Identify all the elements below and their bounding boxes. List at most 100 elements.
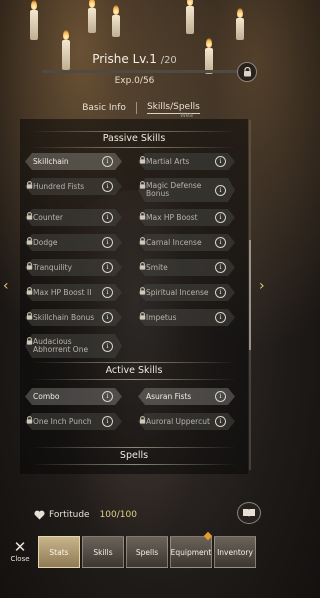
skill-name: Smite — [146, 262, 168, 272]
nav-equipment-label: Equipment — [170, 547, 212, 557]
nav-stats-button[interactable]: Stats — [38, 536, 80, 568]
passive-skill[interactable]: Counter i — [25, 209, 122, 226]
tab-divider — [135, 102, 137, 114]
info-icon[interactable]: i — [215, 416, 226, 427]
character-title: Prishe Lv.1 /20 — [0, 52, 269, 66]
active-skill[interactable]: Asuran Fists i — [138, 388, 235, 405]
padlock-icon — [139, 280, 146, 295]
info-icon[interactable]: i — [215, 287, 226, 298]
skill-name: Max HP Boost II — [33, 287, 92, 297]
padlock-icon — [139, 205, 146, 220]
section-divider — [32, 464, 237, 465]
info-icon[interactable]: i — [102, 312, 113, 323]
info-icon[interactable]: i — [215, 391, 226, 402]
passive-skill[interactable]: Dodge i — [25, 234, 122, 251]
previous-character-arrow-icon[interactable]: ‹ — [3, 278, 9, 294]
info-icon[interactable]: i — [215, 262, 226, 273]
padlock-icon — [139, 149, 146, 164]
skill-name: Auroral Uppercut — [146, 416, 210, 426]
active-skill[interactable]: Auroral Uppercut i — [138, 413, 235, 430]
skill-name: Skillchain Bonus — [33, 312, 95, 322]
info-icon[interactable]: i — [215, 237, 226, 248]
padlock-icon — [139, 305, 146, 320]
character-level: Lv.1 — [132, 52, 157, 66]
padlock-icon — [26, 174, 33, 189]
active-skill[interactable]: One Inch Punch i — [25, 413, 122, 430]
passive-skill[interactable]: Audacious Abhorrent One i — [25, 334, 122, 358]
padlock-icon — [26, 330, 33, 345]
passive-skill[interactable]: Tranquility i — [25, 259, 122, 276]
active-skill[interactable]: Combo i — [25, 388, 122, 405]
tab-bar: Basic Info Skills/Spells — [36, 98, 246, 118]
passive-skill[interactable]: Max HP Boost II i — [25, 284, 122, 301]
passive-skill[interactable]: Smite i — [138, 259, 235, 276]
info-icon[interactable]: i — [102, 416, 113, 427]
passive-skill[interactable]: Magic Defense Bonus i — [138, 178, 235, 202]
heart-icon — [34, 510, 45, 520]
section-divider — [32, 379, 237, 380]
info-icon[interactable]: i — [102, 287, 113, 298]
section-divider — [32, 131, 237, 132]
character-name: Prishe — [92, 52, 129, 66]
candle — [236, 18, 244, 40]
section-divider — [32, 147, 237, 148]
close-button[interactable]: ✕ Close — [8, 540, 32, 564]
info-icon[interactable]: i — [102, 341, 113, 352]
info-icon[interactable]: i — [102, 212, 113, 223]
info-icon[interactable]: i — [102, 156, 113, 167]
padlock-icon — [26, 205, 33, 220]
section-divider — [32, 447, 237, 448]
candle-flame — [63, 30, 69, 40]
passive-skill[interactable]: Impetus i — [138, 309, 235, 326]
padlock-icon — [26, 409, 33, 424]
candle — [30, 10, 38, 40]
next-character-arrow-icon[interactable]: › — [259, 278, 265, 294]
passive-skill[interactable]: Spiritual Incense i — [138, 284, 235, 301]
lock-icon — [243, 67, 251, 77]
skill-book-button[interactable] — [237, 502, 261, 524]
info-icon[interactable]: i — [215, 212, 226, 223]
info-icon[interactable]: i — [102, 262, 113, 273]
candle-flame — [237, 8, 243, 18]
candle — [112, 15, 120, 37]
section-divider — [32, 362, 237, 363]
close-label: Close — [10, 555, 30, 563]
nav-skills-button[interactable]: Skills — [82, 536, 124, 568]
passive-skill[interactable]: Carnal Incense i — [138, 234, 235, 251]
nav-skills-label: Skills — [93, 547, 113, 557]
padlock-icon — [26, 280, 33, 295]
passive-skill[interactable]: Hundred Fists i — [25, 178, 122, 195]
info-icon[interactable]: i — [215, 185, 226, 196]
candle — [88, 8, 96, 33]
info-icon[interactable]: i — [102, 181, 113, 192]
fortitude-row: Fortitude 100/100 — [34, 510, 137, 520]
scrolled-text-peek: Wea — [180, 112, 193, 119]
nav-spells-button[interactable]: Spells — [126, 536, 168, 568]
nav-equipment-button[interactable]: Equipment — [170, 536, 212, 568]
passive-skill[interactable]: Martial Arts i — [138, 153, 235, 170]
info-icon[interactable]: i — [102, 391, 113, 402]
skill-name: Impetus — [146, 312, 177, 322]
skill-name: Hundred Fists — [33, 181, 85, 191]
exp-bar — [42, 70, 238, 73]
skill-name: Dodge — [33, 237, 58, 247]
skill-name: Counter — [33, 212, 63, 222]
info-icon[interactable]: i — [215, 312, 226, 323]
candle-flame — [31, 0, 37, 10]
passive-skill[interactable]: Skillchain i — [25, 153, 122, 170]
passive-skill[interactable]: Max HP Boost i — [138, 209, 235, 226]
fortitude-value: 100/100 — [99, 510, 137, 520]
padlock-icon — [139, 255, 146, 270]
scrollbar-thumb[interactable] — [249, 240, 251, 350]
book-icon — [243, 509, 255, 517]
fortitude-label: Fortitude — [49, 510, 90, 520]
info-icon[interactable]: i — [215, 156, 226, 167]
passive-skill[interactable]: Skillchain Bonus i — [25, 309, 122, 326]
nav-inventory-button[interactable]: Inventory — [214, 536, 256, 568]
padlock-icon — [26, 230, 33, 245]
tab-basic-info[interactable]: Basic Info — [82, 103, 126, 113]
skill-name: Spiritual Incense — [146, 287, 209, 297]
active-skills-heading: Active Skills — [105, 365, 163, 376]
lock-button[interactable] — [237, 62, 257, 82]
info-icon[interactable]: i — [102, 237, 113, 248]
